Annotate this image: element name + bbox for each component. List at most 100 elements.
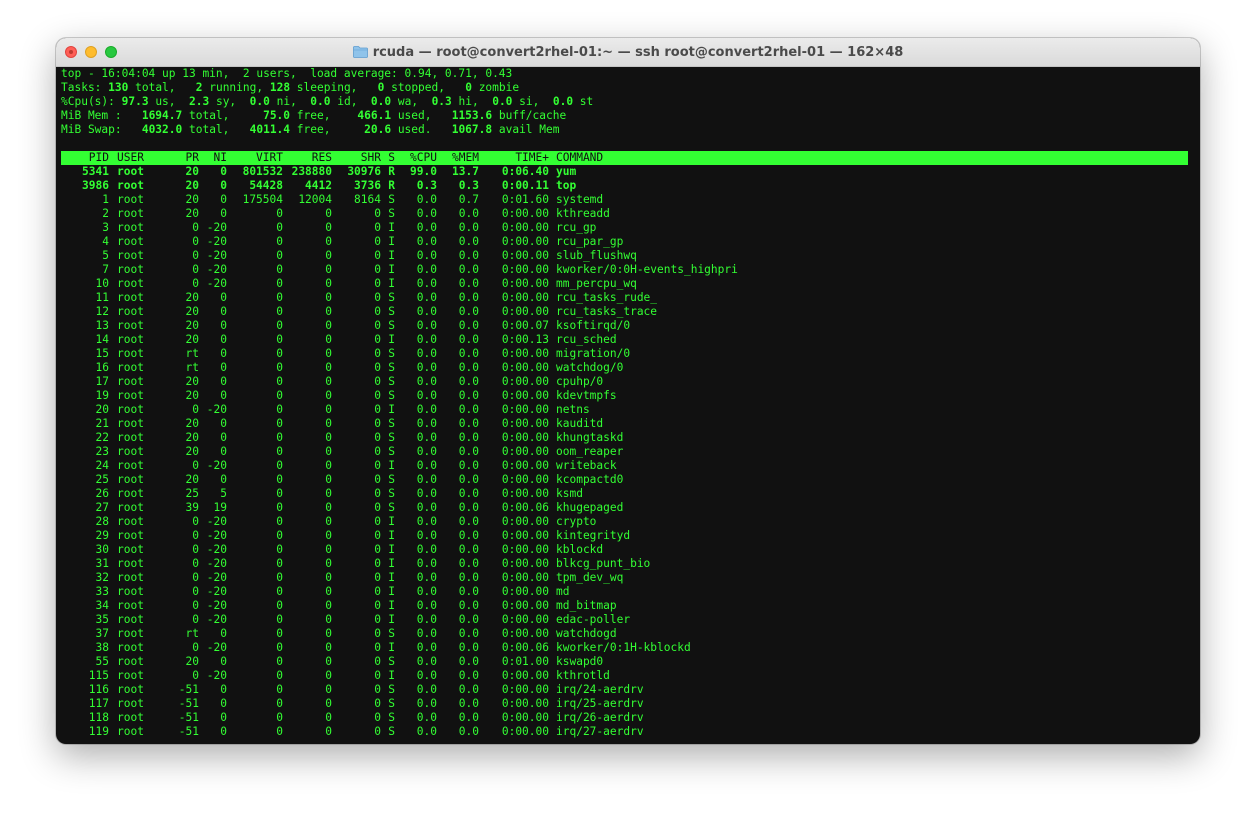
process-user: root: [117, 529, 144, 542]
process-res: 4412: [305, 179, 332, 192]
process-user: root: [117, 165, 144, 178]
process-s: S: [388, 361, 395, 374]
process-ni: 0: [220, 417, 227, 430]
process-cpu: 0.0: [416, 235, 437, 248]
process-time: 0:00.00: [501, 291, 549, 304]
process-s: S: [388, 389, 395, 402]
process-shr: 0: [374, 641, 381, 654]
process-virt: 0: [276, 291, 283, 304]
summary-uptime: top - 16:04:04 up 13 min, 2 users, load …: [61, 67, 513, 80]
process-mem: 0.0: [458, 473, 479, 486]
process-ni: -20: [206, 459, 227, 472]
process-s: S: [388, 305, 395, 318]
process-cpu: 0.0: [416, 333, 437, 346]
process-s: I: [388, 599, 395, 612]
process-cmd: kthreadd: [556, 207, 610, 220]
process-pid: 32: [95, 571, 109, 584]
process-mem: 0.0: [458, 627, 479, 640]
process-pid: 17: [95, 375, 109, 388]
process-ni: 0: [220, 431, 227, 444]
col-virt: VIRT: [256, 151, 283, 164]
process-pr: 20: [185, 431, 199, 444]
close-button[interactable]: [65, 46, 77, 58]
process-res: 0: [325, 725, 332, 738]
process-res: 0: [325, 585, 332, 598]
process-shr: 0: [374, 711, 381, 724]
process-ni: -20: [206, 669, 227, 682]
process-shr: 0: [374, 319, 381, 332]
process-cpu: 0.0: [416, 277, 437, 290]
process-virt: 0: [276, 459, 283, 472]
process-virt: 0: [276, 725, 283, 738]
process-ni: 0: [220, 291, 227, 304]
process-res: 0: [325, 221, 332, 234]
process-cpu: 0.0: [416, 669, 437, 682]
process-shr: 0: [374, 529, 381, 542]
process-cmd: irq/26-aerdrv: [556, 711, 644, 724]
process-cpu: 99.0: [410, 165, 437, 178]
process-cpu: 0.0: [416, 711, 437, 724]
process-row: 35 root 0 -20 0 0 0 I 0.0 0.0 0:00.00 edac-poller: [61, 613, 1188, 627]
process-pr: rt: [185, 361, 199, 374]
process-user: root: [117, 291, 144, 304]
process-pr: 0: [192, 249, 199, 262]
process-pid: 20: [95, 403, 109, 416]
process-row: 12 root 20 0 0 0 0 S 0.0 0.0 0:00.00 rcu_tasks_trac…: [61, 305, 1188, 319]
process-row: 115 root 0 -20 0 0 0 I 0.0 0.0 0:00.00 kthrotld: [61, 669, 1188, 683]
process-s: R: [388, 165, 395, 178]
process-cpu: 0.0: [416, 389, 437, 402]
process-res: 0: [325, 361, 332, 374]
process-row: 27 root 39 19 0 0 0 S 0.0 0.0 0:00.06 khugepaged: [61, 501, 1188, 515]
process-row: 29 root 0 -20 0 0 0 I 0.0 0.0 0:00.00 kintegrityd: [61, 529, 1188, 543]
process-virt: 0: [276, 655, 283, 668]
process-pr: 20: [185, 207, 199, 220]
process-mem: 0.0: [458, 529, 479, 542]
process-virt: 0: [276, 669, 283, 682]
process-cmd: oom_reaper: [556, 445, 624, 458]
process-mem: 0.0: [458, 319, 479, 332]
process-ni: -20: [206, 571, 227, 584]
process-ni: -20: [206, 515, 227, 528]
process-pid: 15: [95, 347, 109, 360]
terminal-content[interactable]: top - 16:04:04 up 13 min, 2 users, load …: [61, 67, 1188, 744]
zoom-button[interactable]: [105, 46, 117, 58]
process-time: 0:00.00: [501, 361, 549, 374]
process-row: 30 root 0 -20 0 0 0 I 0.0 0.0 0:00.00 kblockd: [61, 543, 1188, 557]
process-row: 25 root 20 0 0 0 0 S 0.0 0.0 0:00.00 kcompactd0: [61, 473, 1188, 487]
process-virt: 0: [276, 277, 283, 290]
process-row: 118 root -51 0 0 0 0 S 0.0 0.0 0:00.00 irq/26-aerdr…: [61, 711, 1188, 725]
process-user: root: [117, 571, 144, 584]
process-time: 0:00.00: [501, 487, 549, 500]
process-pid: 26: [95, 487, 109, 500]
process-pid: 24: [95, 459, 109, 472]
process-cpu: 0.0: [416, 515, 437, 528]
minimize-button[interactable]: [85, 46, 97, 58]
process-cpu: 0.0: [416, 207, 437, 220]
col-s: S: [388, 151, 395, 164]
col-ni: NI: [213, 151, 227, 164]
process-mem: 0.0: [458, 235, 479, 248]
process-shr: 0: [374, 683, 381, 696]
process-res: 0: [325, 235, 332, 248]
process-pr: 0: [192, 221, 199, 234]
process-s: I: [388, 333, 395, 346]
process-cpu: 0.0: [416, 445, 437, 458]
process-pid: 12: [95, 305, 109, 318]
process-user: root: [117, 515, 144, 528]
process-res: 0: [325, 641, 332, 654]
process-mem: 0.0: [458, 585, 479, 598]
process-pid: 31: [95, 557, 109, 570]
process-s: S: [388, 711, 395, 724]
process-cmd: netns: [556, 403, 590, 416]
title-bar[interactable]: rcuda — root@convert2rhel-01:~ — ssh roo…: [56, 38, 1200, 67]
process-cpu: 0.0: [416, 725, 437, 738]
process-res: 0: [325, 431, 332, 444]
process-time: 0:00.00: [501, 543, 549, 556]
process-row: 11 root 20 0 0 0 0 S 0.0 0.0 0:00.00 rcu_tasks_rude…: [61, 291, 1188, 305]
process-pr: 0: [192, 557, 199, 570]
process-pr: 0: [192, 263, 199, 276]
process-mem: 0.0: [458, 571, 479, 584]
process-ni: -20: [206, 263, 227, 276]
process-mem: 0.0: [458, 725, 479, 738]
process-cmd: irq/25-aerdrv: [556, 697, 644, 710]
